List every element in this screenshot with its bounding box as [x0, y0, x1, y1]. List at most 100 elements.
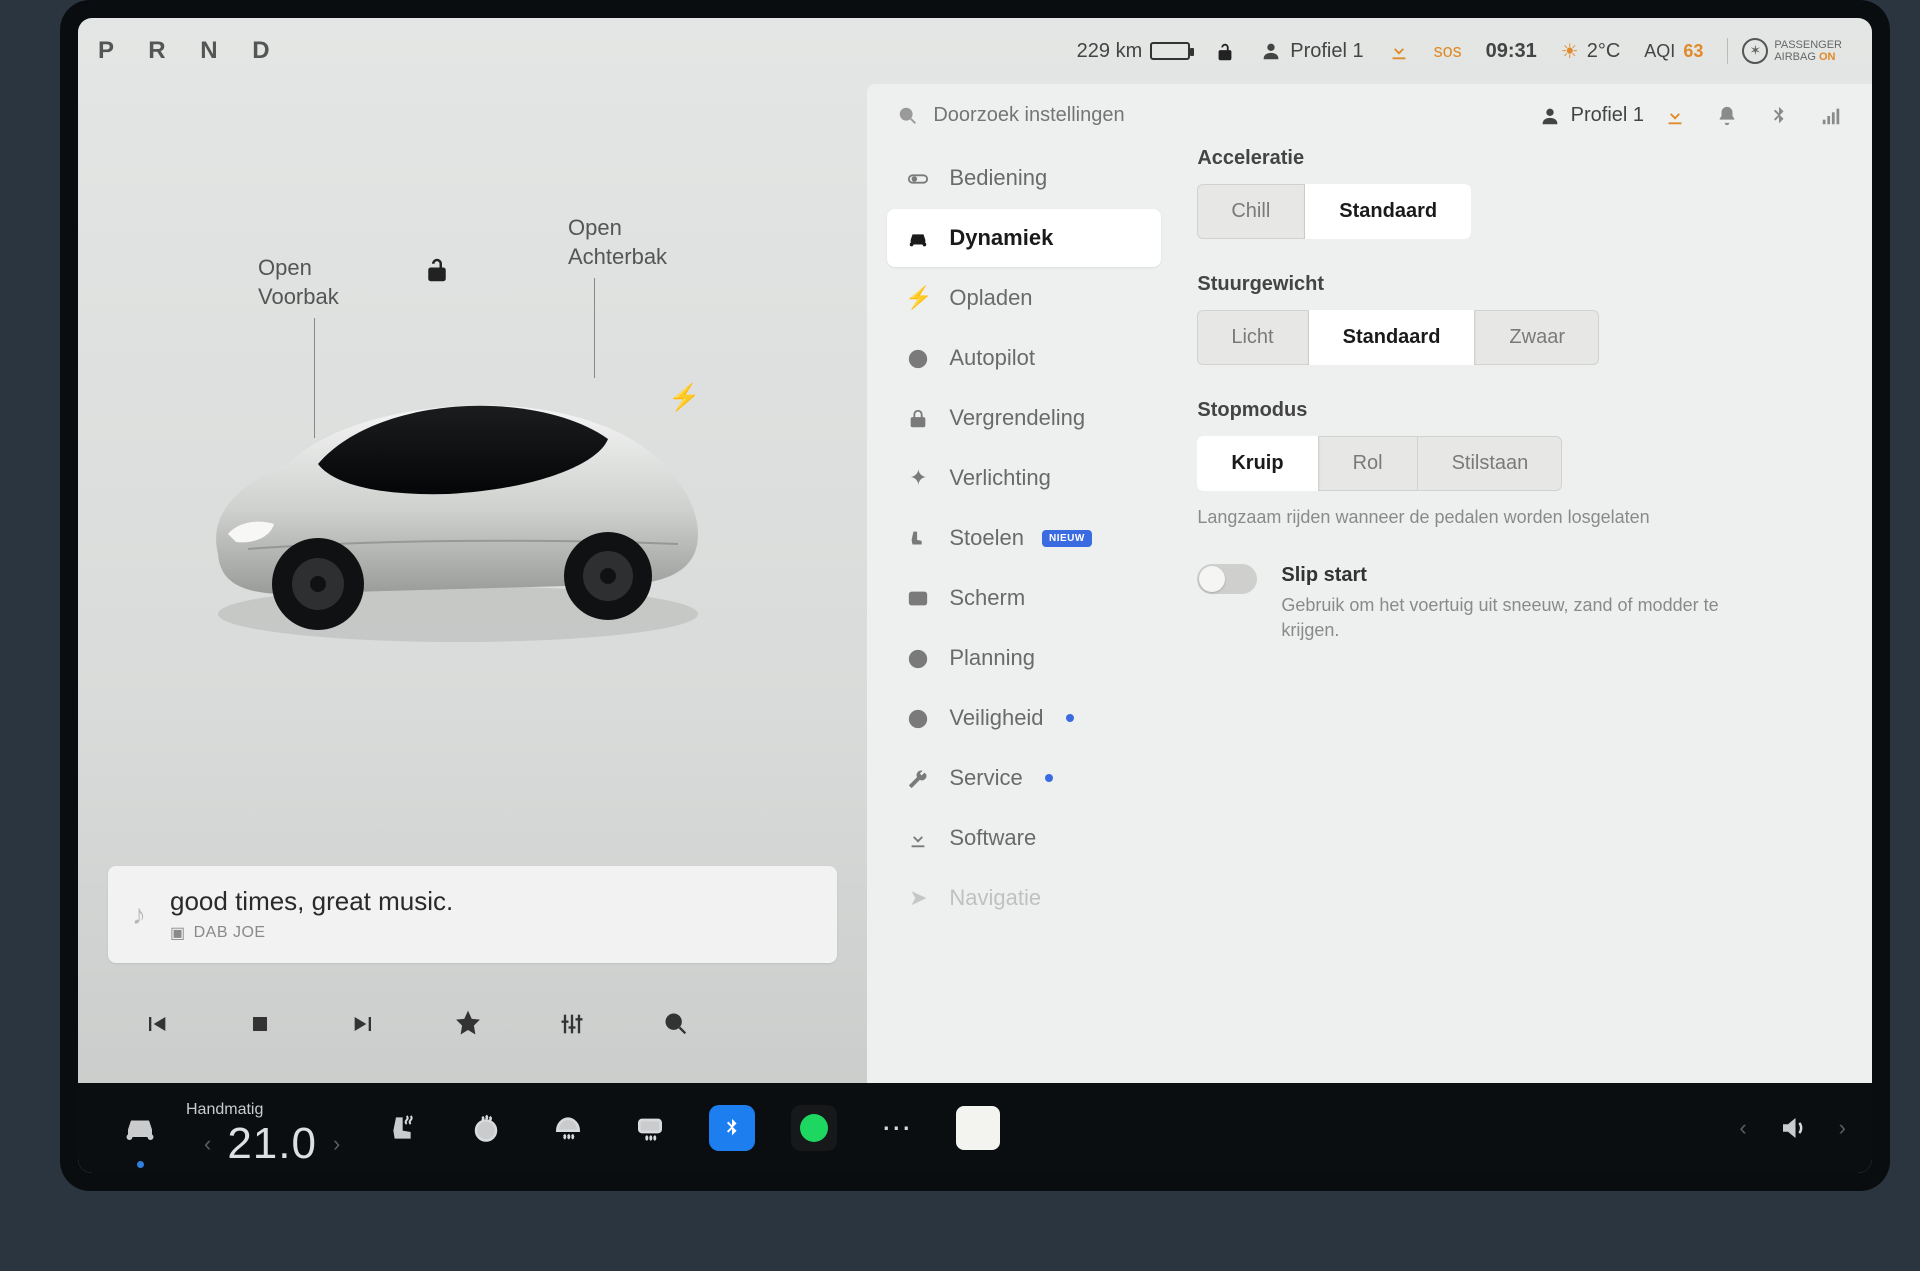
- range-indicator[interactable]: 229 km: [1077, 40, 1191, 63]
- airbag-icon: ✶: [1742, 38, 1768, 64]
- all-apps-button[interactable]: ⋯: [860, 1098, 932, 1158]
- nav-software[interactable]: Software: [887, 809, 1161, 867]
- accel-option-standaard[interactable]: Standaard: [1305, 184, 1471, 239]
- seat-icon: [905, 525, 931, 551]
- toggle-icon: [905, 165, 931, 191]
- nav-stoelen[interactable]: Stoelen NIEUW: [887, 509, 1161, 567]
- bluetooth-app-button[interactable]: [696, 1098, 768, 1158]
- aqi-indicator[interactable]: AQI 63: [1644, 41, 1703, 62]
- driver-temp[interactable]: 21.0: [227, 1119, 317, 1169]
- profile-name-top: Profiel 1: [1290, 40, 1363, 63]
- spotify-app-button[interactable]: [778, 1098, 850, 1158]
- cellular-signal-icon[interactable]: [1820, 104, 1842, 127]
- bottom-bar: Handmatig ‹ 21.0 ›: [78, 1083, 1872, 1173]
- equalizer-button[interactable]: [554, 1010, 590, 1045]
- settings-content: Acceleratie Chill Standaard Stuurgewicht…: [1167, 139, 1872, 1083]
- airbag-line2: AIRBAG: [1774, 51, 1816, 63]
- media-card[interactable]: ♪ good times, great music. ▣ DAB JOE: [108, 866, 837, 963]
- nav-label: Software: [949, 825, 1036, 851]
- setting-acceleratie: Acceleratie Chill Standaard: [1197, 147, 1832, 239]
- settings-search[interactable]: [897, 104, 1198, 127]
- slipstart-desc: Gebruik om het voertuig uit sneeuw, zand…: [1281, 593, 1741, 643]
- app-tile-icon: [956, 1106, 1000, 1150]
- search-icon: [897, 105, 919, 127]
- previous-track-button[interactable]: [138, 1010, 174, 1045]
- frunk-line2: Voorbak: [258, 283, 339, 312]
- nav-label: Service: [949, 765, 1022, 791]
- nav-verlichting[interactable]: ✦ Verlichting: [887, 449, 1161, 507]
- search-media-button[interactable]: [658, 1010, 694, 1045]
- media-controls: [138, 1010, 807, 1045]
- steering-heat-button[interactable]: [450, 1098, 522, 1158]
- aqi-label: AQI: [1644, 41, 1675, 62]
- nav-dynamiek[interactable]: Dynamiek: [887, 209, 1161, 267]
- steer-option-zwaar[interactable]: Zwaar: [1475, 310, 1599, 365]
- setting-title: Stuurgewicht: [1197, 273, 1832, 296]
- open-frunk-button[interactable]: Open Voorbak: [258, 254, 339, 311]
- search-input[interactable]: [933, 104, 1193, 127]
- stuurgewicht-segment: Licht Standaard Zwaar: [1197, 310, 1599, 365]
- profile-chip-panel[interactable]: Profiel 1: [1539, 104, 1644, 127]
- notifications-icon[interactable]: [1716, 104, 1738, 127]
- active-dot: [137, 1161, 144, 1168]
- slipstart-toggle[interactable]: [1197, 564, 1257, 594]
- airbag-state: ON: [1819, 51, 1836, 63]
- nav-scherm[interactable]: Scherm: [887, 569, 1161, 627]
- vehicle-pane: Open Voorbak Open Achterbak ⚡: [78, 84, 867, 1083]
- unlock-icon[interactable]: [1214, 34, 1236, 68]
- airbag-badge: ✶ PASSENGER AIRBAG ON: [1727, 38, 1842, 64]
- stop-option-rol[interactable]: Rol: [1319, 436, 1418, 491]
- volume-down-button[interactable]: ‹: [1739, 1115, 1746, 1141]
- battery-icon: [1150, 42, 1190, 60]
- nav-navigatie[interactable]: ➤ Navigatie: [887, 869, 1161, 927]
- update-dot: [1045, 774, 1053, 782]
- temp-down-button[interactable]: ‹: [204, 1131, 211, 1157]
- new-badge: NIEUW: [1042, 530, 1092, 547]
- car-icon: [905, 225, 931, 251]
- vehicle-lock-icon[interactable]: [422, 252, 452, 286]
- download-icon-panel[interactable]: [1664, 104, 1686, 127]
- download-icon[interactable]: [1388, 40, 1410, 63]
- car-controls-button[interactable]: [104, 1098, 176, 1158]
- spotify-tile-icon: [791, 1105, 837, 1151]
- gear-indicator: P R N D: [98, 37, 284, 65]
- open-trunk-button[interactable]: Open Achterbak: [568, 214, 667, 271]
- nav-veiligheid[interactable]: Veiligheid: [887, 689, 1161, 747]
- app-shortcut-button[interactable]: [942, 1098, 1014, 1158]
- settings-pane: Profiel 1 Bediening: [867, 84, 1872, 1083]
- lock-icon: [905, 405, 931, 431]
- seat-heater-button[interactable]: [368, 1098, 440, 1158]
- lights-icon: ✦: [905, 465, 931, 491]
- nav-vergrendeling[interactable]: Vergrendeling: [887, 389, 1161, 447]
- nav-opladen[interactable]: ⚡ Opladen: [887, 269, 1161, 327]
- volume-up-button[interactable]: ›: [1839, 1115, 1846, 1141]
- stop-button[interactable]: [242, 1010, 278, 1045]
- sos-indicator[interactable]: sos: [1434, 41, 1462, 62]
- nav-label: Autopilot: [949, 345, 1035, 371]
- weather-indicator[interactable]: ☀ 2°C: [1561, 39, 1621, 64]
- accel-option-chill[interactable]: Chill: [1197, 184, 1305, 239]
- airbag-line1: PASSENGER: [1774, 39, 1842, 51]
- volume-button[interactable]: [1757, 1098, 1829, 1158]
- bluetooth-icon[interactable]: [1768, 104, 1790, 127]
- nav-bediening[interactable]: Bediening: [887, 149, 1161, 207]
- nav-planning[interactable]: Planning: [887, 629, 1161, 687]
- bolt-icon: ⚡: [905, 285, 931, 311]
- vehicle-render[interactable]: [178, 344, 738, 664]
- favorite-button[interactable]: [450, 1010, 486, 1045]
- defrost-front-button[interactable]: [532, 1098, 604, 1158]
- nav-autopilot[interactable]: Autopilot: [887, 329, 1161, 387]
- next-track-button[interactable]: [346, 1010, 382, 1045]
- bluetooth-tile-icon: [709, 1105, 755, 1151]
- stop-option-kruip[interactable]: Kruip: [1197, 436, 1318, 491]
- steer-option-licht[interactable]: Licht: [1197, 310, 1308, 365]
- defrost-rear-button[interactable]: [614, 1098, 686, 1158]
- profile-chip-top[interactable]: Profiel 1: [1260, 40, 1363, 63]
- nav-service[interactable]: Service: [887, 749, 1161, 807]
- outside-temp: 2°C: [1587, 40, 1621, 63]
- settings-nav: Bediening Dynamiek ⚡ Opladen Autopil: [867, 139, 1167, 1083]
- stop-option-stilstaan[interactable]: Stilstaan: [1418, 436, 1563, 491]
- steer-option-standaard[interactable]: Standaard: [1309, 310, 1476, 365]
- info-icon: [905, 705, 931, 731]
- temp-up-button[interactable]: ›: [333, 1131, 340, 1157]
